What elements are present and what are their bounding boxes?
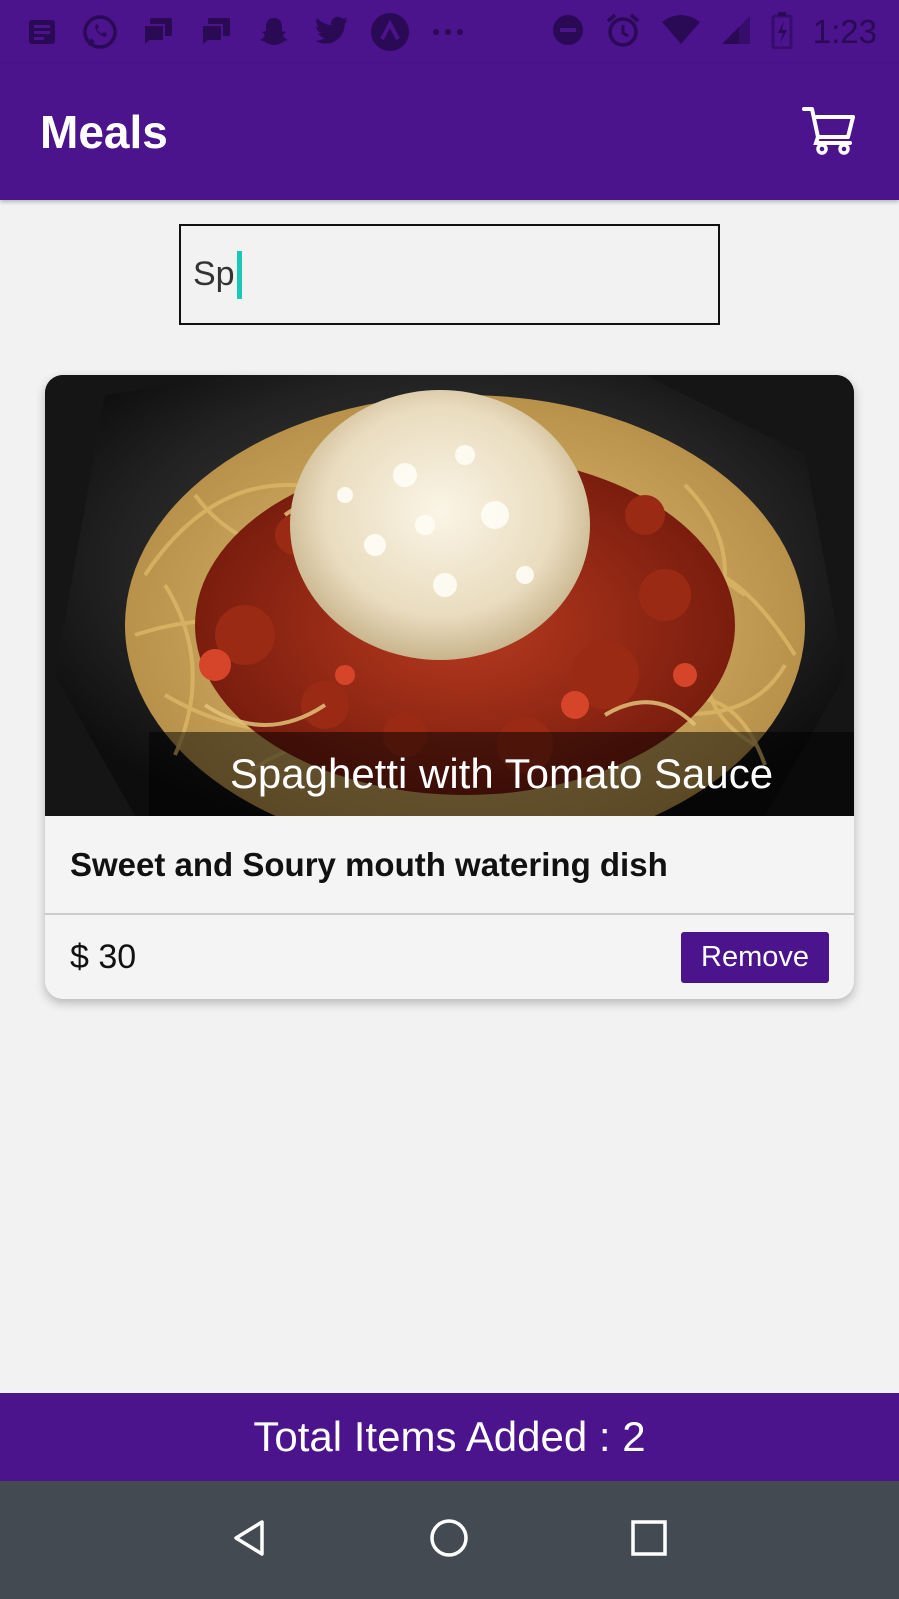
meal-card[interactable]: Spaghetti with Tomato Sauce Sweet and So… <box>45 375 854 999</box>
notification-icons <box>22 12 468 52</box>
alarm-icon <box>605 12 641 52</box>
cart-button[interactable] <box>799 102 859 162</box>
search-input[interactable]: Sp <box>179 224 720 325</box>
nav-back-button[interactable] <box>220 1510 280 1570</box>
do-not-disturb-icon <box>551 13 585 51</box>
news-icon <box>22 12 62 52</box>
search-input-value: Sp <box>193 255 235 293</box>
back-icon <box>230 1518 270 1562</box>
text-caret <box>236 250 242 299</box>
battery-icon <box>771 11 793 53</box>
nav-recents-button[interactable] <box>619 1510 679 1570</box>
meal-description: Sweet and Soury mouth watering dish <box>45 816 854 915</box>
meal-card-footer: $ 30 Remove <box>45 915 854 999</box>
total-items-bar: Total Items Added : 2 <box>0 1393 899 1481</box>
system-status-icons: 1:23 <box>551 11 877 53</box>
twitter-icon <box>312 12 352 52</box>
meal-price: $ 30 <box>70 937 137 976</box>
more-dots-icon <box>428 12 468 52</box>
home-icon <box>428 1517 470 1563</box>
meal-title: Spaghetti with Tomato Sauce <box>149 732 854 816</box>
nav-home-button[interactable] <box>419 1510 479 1570</box>
messages-icon <box>196 12 236 52</box>
status-bar: 1:23 <box>0 0 899 64</box>
recents-icon <box>630 1519 668 1561</box>
app-bar: Meals <box>0 64 899 200</box>
cart-icon <box>802 105 856 159</box>
wifi-icon <box>661 14 701 50</box>
remove-button[interactable]: Remove <box>681 931 829 983</box>
whatsapp-icon <box>80 12 120 52</box>
meal-image: Spaghetti with Tomato Sauce <box>45 375 854 816</box>
system-nav-bar <box>0 1481 899 1599</box>
app-icon <box>370 12 410 52</box>
messages-icon <box>138 12 178 52</box>
snapchat-icon <box>254 12 294 52</box>
signal-icon <box>721 15 751 49</box>
status-clock: 1:23 <box>812 13 877 50</box>
total-items-text: Total Items Added : 2 <box>253 1413 646 1460</box>
page-title: Meals <box>40 106 168 158</box>
